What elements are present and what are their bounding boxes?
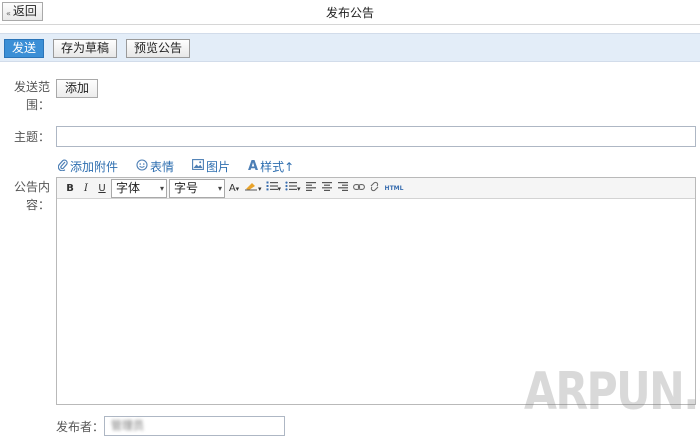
align-left-icon (305, 181, 316, 191)
font-size-value: 字号 (174, 180, 199, 195)
unordered-list-icon (285, 181, 298, 190)
italic-button[interactable]: I (79, 181, 93, 196)
font-color-button[interactable]: A▾ (227, 181, 241, 196)
scope-label: 发送范 围： (10, 78, 50, 114)
scope-label-line1: 发送范 (13, 80, 50, 94)
font-size-select[interactable]: 字号 ▾ (169, 178, 225, 198)
image-link[interactable]: 图片 (192, 157, 230, 175)
underline-button[interactable]: U (95, 181, 109, 196)
picture-icon (192, 159, 204, 173)
action-toolbar: 发送 存为草稿 预览公告 (0, 33, 700, 62)
style-link[interactable]: A 样式↑ (248, 157, 294, 175)
align-right-icon (337, 181, 348, 191)
subject-input[interactable] (56, 126, 696, 147)
dropdown-arrow-icon: ▾ (217, 183, 222, 193)
dropdown-arrow-icon: ▾ (159, 183, 164, 193)
highlighter-icon (245, 182, 257, 190)
align-center-button[interactable] (320, 181, 334, 196)
add-attachment-link[interactable]: 添加附件 (57, 157, 119, 175)
rich-text-editor: B I U 字体 ▾ 字号 ▾ A▾ ▾ ▾ ▾ HTML (56, 177, 696, 405)
preview-button[interactable]: 预览公告 (126, 39, 191, 58)
remove-link-button[interactable] (368, 181, 382, 196)
title-bar: « 返回 发布公告 (0, 0, 700, 25)
editor-content-area[interactable] (57, 199, 695, 404)
ordered-list-icon (266, 181, 278, 190)
content-label-line2: 容： (25, 198, 50, 212)
ordered-list-button[interactable]: ▾ (265, 181, 283, 196)
font-family-select[interactable]: 字体 ▾ (111, 178, 167, 198)
editor-toolbar: B I U 字体 ▾ 字号 ▾ A▾ ▾ ▾ ▾ HTML (57, 178, 695, 199)
save-draft-button[interactable]: 存为草稿 (53, 39, 118, 58)
font-style-icon: A (248, 158, 259, 174)
emoji-label: 表情 (150, 159, 175, 174)
publisher-value: 管理员 (111, 419, 144, 432)
smiley-icon (136, 158, 148, 174)
publisher-label: 发布者： (56, 420, 105, 434)
style-label: 样式↑ (260, 159, 295, 174)
link-icon (352, 183, 365, 190)
font-color-label: A (228, 182, 236, 194)
emoji-link[interactable]: 表情 (136, 157, 174, 175)
font-family-value: 字体 (116, 180, 141, 195)
insert-link-button[interactable] (352, 181, 366, 196)
page-title: 发布公告 (325, 6, 374, 20)
unlink-icon (370, 181, 379, 191)
image-label: 图片 (206, 159, 231, 174)
unordered-list-button[interactable]: ▾ (284, 181, 302, 196)
subject-label: 主题： (13, 130, 50, 144)
scope-label-line2: 围： (25, 98, 50, 112)
bold-button[interactable]: B (63, 181, 77, 196)
html-source-button[interactable]: HTML (384, 181, 405, 196)
add-attachment-label: 添加附件 (70, 159, 119, 174)
attachment-bar: 添加附件 表情 图片 A 样式↑ (57, 157, 294, 175)
highlight-color-button[interactable]: ▾ (243, 181, 263, 196)
add-recipient-button[interactable]: 添加 (56, 79, 99, 98)
content-label-line1: 公告内 (13, 180, 50, 194)
content-label: 公告内 容： (10, 178, 50, 214)
align-left-button[interactable] (304, 181, 318, 196)
publisher-input[interactable]: 管理员 (104, 416, 285, 436)
paperclip-icon (57, 159, 68, 174)
align-right-button[interactable] (336, 181, 350, 196)
align-center-icon (321, 181, 332, 191)
send-button[interactable]: 发送 (4, 39, 45, 58)
